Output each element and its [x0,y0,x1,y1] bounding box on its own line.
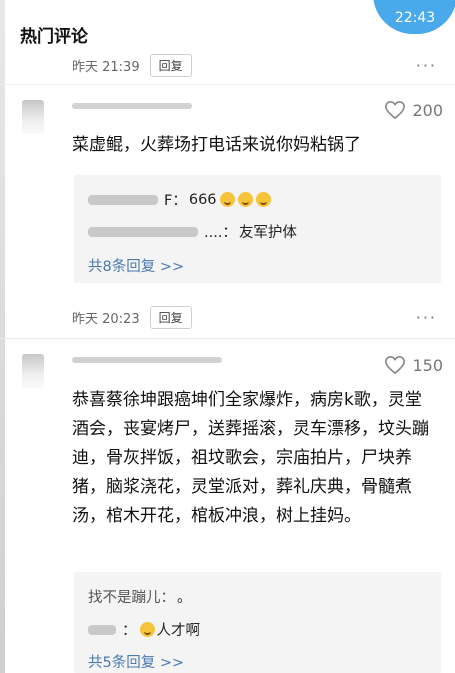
comment-time: 昨天 21:39 [72,60,140,75]
comment-text: 菜虚鲲，火葬场打电话来说你妈粘锅了 [72,135,361,155]
divider [0,84,455,85]
reply-username-blurred [88,226,198,237]
reply-username-blurred [88,194,158,205]
avatar[interactable] [22,354,44,388]
comment-meta: 昨天 20:23 回复 [72,306,192,329]
reply-item[interactable]: ....： 友军护体 [88,221,297,242]
reply-username-blurred [88,624,116,635]
like-button[interactable]: 150 [384,355,443,375]
reply-name-tail: ....： [204,225,237,241]
left-edge [0,0,5,673]
like-count: 200 [412,100,443,120]
reply-box: 找不是蹦儿： 。 ： 人才啊 共5条回复 >> [74,572,441,673]
comment-text: 恭喜蔡徐坤跟癌坤们全家爆炸，病房k歌，灵堂酒会，丧宴烤尸，送葬摇滚，灵车漂移，坟… [72,390,429,526]
reply-text: 友军护体 [238,225,297,241]
laugh-cry-emoji [237,192,253,207]
reply-name-tail: 找不是蹦儿： [88,590,175,606]
more-options-icon[interactable]: ··· [416,56,437,75]
clock-bubble: 22:43 [373,0,455,34]
heart-icon [385,355,406,375]
reply-button[interactable]: 回复 [149,306,192,329]
reply-button[interactable]: 回复 [149,54,192,77]
username-blurred[interactable] [72,357,222,363]
avatar[interactable] [22,100,44,134]
reply-item[interactable]: 找不是蹦儿： 。 [88,586,192,607]
more-options-icon[interactable]: ··· [416,308,437,327]
laugh-cry-emoji [255,192,271,207]
username-blurred[interactable] [72,103,192,109]
comment-meta: 昨天 21:39 回复 [72,54,192,77]
reply-text: 人才啊 [156,623,201,639]
flushed-emoji [139,622,155,637]
comment-time: 昨天 20:23 [72,312,140,327]
reply-name-tail: F： [164,193,187,209]
divider [0,338,455,339]
reply-box: F： 666 ....： 友军护体 共8条回复 >> [74,175,441,283]
reply-name-tail: ： [122,623,137,639]
heart-icon [385,100,406,120]
reply-text: 。 [177,590,192,606]
section-title: 热门评论 [20,27,88,47]
view-all-replies-link[interactable]: 共5条回复 >> [88,651,184,672]
reply-item[interactable]: ： 人才啊 [88,619,200,640]
like-button[interactable]: 200 [384,100,443,120]
reply-text: 666 [188,191,217,208]
view-all-replies-link[interactable]: 共8条回复 >> [88,255,184,276]
laugh-cry-emoji [219,192,235,207]
reply-item[interactable]: F： 666 [88,189,271,210]
like-count: 150 [412,355,443,375]
clock-time: 22:43 [394,10,436,26]
